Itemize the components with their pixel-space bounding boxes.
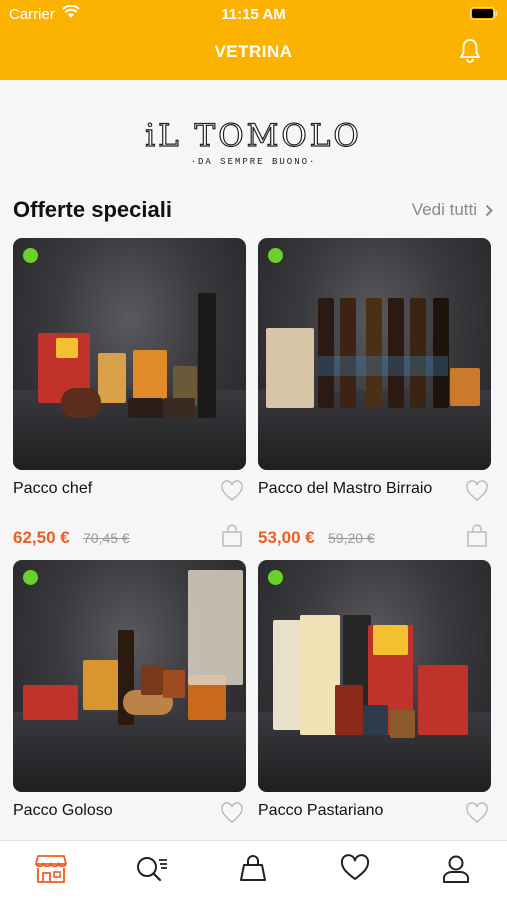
availability-dot bbox=[23, 570, 38, 585]
heart-icon[interactable] bbox=[220, 480, 244, 502]
see-all-link[interactable]: Vedi tutti bbox=[412, 200, 493, 220]
product-price: 62,50 € bbox=[13, 528, 70, 547]
product-card[interactable]: Pacco Goloso bbox=[13, 560, 246, 823]
product-card[interactable]: Pacco del Mastro Birraio 53,00 € 59,20 € bbox=[258, 238, 491, 547]
product-image[interactable] bbox=[13, 238, 246, 470]
logo-wordmark: iL TOMOLO bbox=[145, 117, 362, 154]
product-image[interactable] bbox=[13, 560, 246, 792]
top-bar: Carrier 11:15 AM VETRINA bbox=[0, 0, 507, 80]
product-image[interactable] bbox=[258, 238, 491, 470]
product-card[interactable]: Pacco chef 62,50 € 70,45 € bbox=[13, 238, 246, 547]
see-all-label: Vedi tutti bbox=[411, 200, 477, 219]
product-old-price: 70,45 € bbox=[83, 530, 130, 546]
product-name: Pacco Pastariano bbox=[258, 802, 384, 819]
status-bar: Carrier 11:15 AM bbox=[0, 0, 507, 28]
shopping-bag-icon[interactable] bbox=[466, 524, 488, 548]
tab-favorites[interactable] bbox=[335, 854, 375, 882]
tab-store[interactable] bbox=[31, 854, 71, 884]
product-old-price: 59,20 € bbox=[328, 530, 375, 546]
battery-icon bbox=[470, 7, 498, 20]
bell-icon[interactable] bbox=[459, 38, 481, 63]
heart-icon bbox=[340, 854, 369, 880]
section-title: Offerte speciali bbox=[13, 197, 172, 222]
product-card[interactable]: Pacco Pastariano bbox=[258, 560, 491, 823]
shopping-bag-icon[interactable] bbox=[221, 524, 243, 548]
status-time: 11:15 AM bbox=[221, 6, 286, 23]
bag-icon bbox=[240, 855, 267, 881]
user-icon bbox=[443, 855, 470, 883]
product-image[interactable] bbox=[258, 560, 491, 792]
product-price: 53,00 € bbox=[258, 528, 315, 547]
store-icon bbox=[34, 855, 67, 883]
product-name: Pacco del Mastro Birraio bbox=[258, 480, 433, 497]
tab-bar bbox=[0, 840, 507, 900]
availability-dot bbox=[268, 248, 283, 263]
tab-search[interactable] bbox=[132, 854, 172, 884]
heart-icon[interactable] bbox=[220, 802, 244, 824]
chevron-right-icon bbox=[485, 204, 493, 216]
heart-icon[interactable] bbox=[465, 480, 489, 502]
logo-tagline: ·DA SEMPRE BUONO· bbox=[190, 157, 317, 167]
brand-logo: iL TOMOLO ·DA SEMPRE BUONO· bbox=[0, 117, 507, 167]
product-name: Pacco chef bbox=[13, 480, 93, 497]
page-title: VETRINA bbox=[214, 42, 293, 61]
tab-cart[interactable] bbox=[233, 854, 273, 884]
availability-dot bbox=[268, 570, 283, 585]
search-list-icon bbox=[137, 857, 168, 882]
heart-icon[interactable] bbox=[465, 802, 489, 824]
product-name: Pacco Goloso bbox=[13, 802, 113, 819]
availability-dot bbox=[23, 248, 38, 263]
tab-profile[interactable] bbox=[436, 854, 476, 884]
